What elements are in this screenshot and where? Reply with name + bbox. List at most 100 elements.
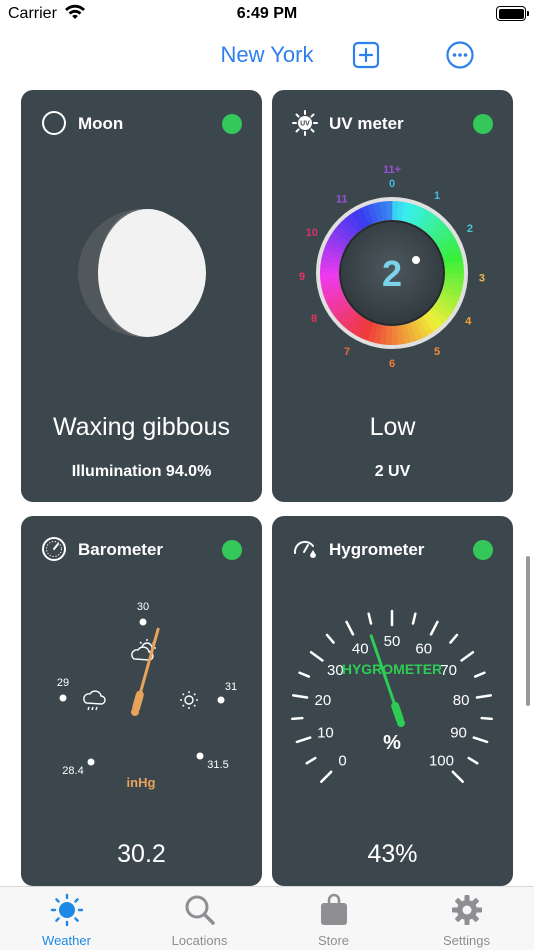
hygrometer-tick bbox=[480, 716, 493, 721]
status-bar: Carrier 6:49 PM bbox=[0, 0, 534, 30]
moon-phase-graphic bbox=[78, 209, 206, 337]
hygrometer-tick bbox=[451, 770, 464, 783]
uv-icon-text: UV bbox=[300, 121, 310, 128]
uv-scale-label: 11 bbox=[336, 193, 348, 205]
uv-scale-label: 3 bbox=[479, 273, 485, 285]
hygrometer-icon bbox=[293, 540, 316, 558]
tab-weather-label: Weather bbox=[42, 933, 91, 948]
baro-tick-31 bbox=[217, 696, 225, 704]
status-time: 6:49 PM bbox=[236, 5, 298, 22]
hygrometer-scale-label: 60 bbox=[415, 641, 432, 658]
baro-unit: inHg bbox=[127, 775, 156, 790]
tab-settings[interactable]: Settings bbox=[400, 887, 533, 951]
moon-card[interactable]: Moon Waxing gibbous Illumination 94.0% bbox=[21, 90, 262, 502]
hygrometer-tick bbox=[291, 716, 304, 721]
hygrometer-card[interactable]: Hygrometer 0 10 20 30 40 50 60 70 80 90 100 HYGROM… bbox=[272, 516, 513, 886]
tab-store-label: Store bbox=[317, 933, 350, 948]
baro-tick-30 bbox=[139, 618, 147, 626]
uv-scale-label: 6 bbox=[389, 358, 395, 370]
baro-label-29: 29 bbox=[57, 677, 69, 689]
battery-icon bbox=[496, 6, 529, 21]
uv-dial: 0 1 2 3 4 5 6 7 8 9 10 11 11+ 2 bbox=[299, 164, 485, 370]
hygrometer-tick bbox=[305, 756, 317, 765]
moon-icon bbox=[42, 111, 66, 135]
barometer-dial: 30 29 31 28.4 31.5 inHg bbox=[57, 601, 237, 790]
hygrometer-scale-label: 10 bbox=[317, 725, 334, 742]
baro-tick-28-4 bbox=[87, 758, 95, 766]
uv-scale-label: 7 bbox=[344, 346, 350, 358]
uv-scale-label: 0 bbox=[389, 178, 395, 190]
barometer-icon bbox=[42, 537, 66, 561]
baro-label-28-4: 28.4 bbox=[62, 765, 83, 777]
hygrometer-tick bbox=[295, 736, 312, 744]
hygrometer-scale-label: 50 bbox=[384, 633, 401, 650]
uv-scale-label: 8 bbox=[311, 313, 317, 325]
uv-scale-label: 4 bbox=[465, 316, 472, 328]
uv-scale-label: 1 bbox=[434, 190, 440, 202]
hygrometer-tick bbox=[411, 612, 417, 625]
hygrometer-tick bbox=[345, 620, 355, 636]
add-location-button[interactable] bbox=[351, 40, 381, 70]
sunny-icon bbox=[180, 691, 198, 709]
tab-weather[interactable]: Weather bbox=[0, 887, 133, 951]
more-options-button[interactable] bbox=[445, 40, 475, 70]
gear-icon bbox=[451, 895, 482, 925]
uv-title: UV meter bbox=[329, 114, 404, 133]
hygrometer-scale-label: 70 bbox=[440, 662, 457, 679]
barometer-reading: 30.2 bbox=[117, 840, 166, 868]
hygrometer-scale-label: 100 bbox=[429, 752, 454, 769]
hygrometer-tick bbox=[449, 633, 459, 644]
barometer-needle bbox=[131, 627, 160, 716]
barometer-title: Barometer bbox=[78, 540, 164, 559]
hygrometer-reading: 43% bbox=[367, 840, 418, 868]
hygrometer-status-dot bbox=[473, 540, 493, 560]
uv-meter-card[interactable]: UV UV meter 0 1 2 3 4 5 6 7 8 9 10 11 11+ 2 Low 2 UV bbox=[272, 90, 513, 502]
barometer-status-dot bbox=[222, 540, 242, 560]
baro-tick-31-5 bbox=[196, 752, 204, 760]
rain-icon bbox=[83, 690, 106, 711]
hygrometer-unit: % bbox=[383, 732, 401, 754]
hygrometer-tick bbox=[291, 694, 309, 699]
uv-scale-label: 11+ bbox=[383, 164, 401, 176]
hygrometer-tick bbox=[298, 671, 311, 678]
hygrometer-tick bbox=[367, 612, 373, 625]
tab-locations-label: Locations bbox=[171, 933, 228, 948]
hygrometer-scale-label: 0 bbox=[338, 752, 346, 769]
scroll-indicator[interactable] bbox=[526, 556, 530, 706]
baro-tick-29 bbox=[59, 694, 67, 702]
hygrometer-tick bbox=[460, 650, 475, 662]
hygrometer-tick bbox=[473, 671, 486, 678]
uv-sun-icon: UV bbox=[292, 110, 318, 136]
hygrometer-title: Hygrometer bbox=[329, 540, 425, 559]
hygrometer-tick bbox=[467, 756, 479, 765]
hygrometer-tick bbox=[325, 633, 335, 644]
baro-label-31: 31 bbox=[225, 681, 237, 693]
uv-scale-label: 9 bbox=[299, 271, 305, 283]
hygrometer-tick bbox=[320, 770, 333, 783]
tab-locations[interactable]: Locations bbox=[133, 887, 266, 951]
barometer-card[interactable]: Barometer 30 29 31 28.4 31.5 inHg 30.2 bbox=[21, 516, 262, 886]
baro-label-31-5: 31.5 bbox=[207, 759, 228, 771]
hygrometer-dial-title: HYGROMETER bbox=[342, 661, 442, 677]
hygrometer-scale-label: 20 bbox=[315, 692, 332, 709]
moon-title: Moon bbox=[78, 114, 124, 133]
uv-status-dot bbox=[473, 114, 493, 134]
uv-scale-label: 5 bbox=[434, 346, 440, 358]
uv-scale-label: 10 bbox=[306, 227, 318, 239]
uv-reading: 2 UV bbox=[374, 463, 411, 480]
sun-icon bbox=[50, 893, 83, 927]
uv-scale-label: 2 bbox=[467, 223, 473, 235]
hygrometer-tick bbox=[309, 650, 324, 662]
hygrometer-tick bbox=[429, 620, 439, 636]
moon-phase-name: Waxing gibbous bbox=[53, 413, 230, 441]
uv-level: Low bbox=[369, 413, 416, 441]
hygrometer-tick bbox=[475, 694, 493, 699]
uv-indicator-dot bbox=[412, 256, 420, 264]
moon-status-dot bbox=[222, 114, 242, 134]
hygrometer-scale-label: 40 bbox=[352, 641, 369, 658]
hygrometer-dial: 010203040 50 60708090100 HYGROMETER % bbox=[291, 609, 493, 783]
tab-store[interactable]: Store bbox=[267, 887, 400, 951]
hygrometer-scale-label: 90 bbox=[450, 725, 467, 742]
hygrometer-scale-label: 80 bbox=[453, 692, 470, 709]
hygrometer-tick bbox=[472, 736, 489, 744]
